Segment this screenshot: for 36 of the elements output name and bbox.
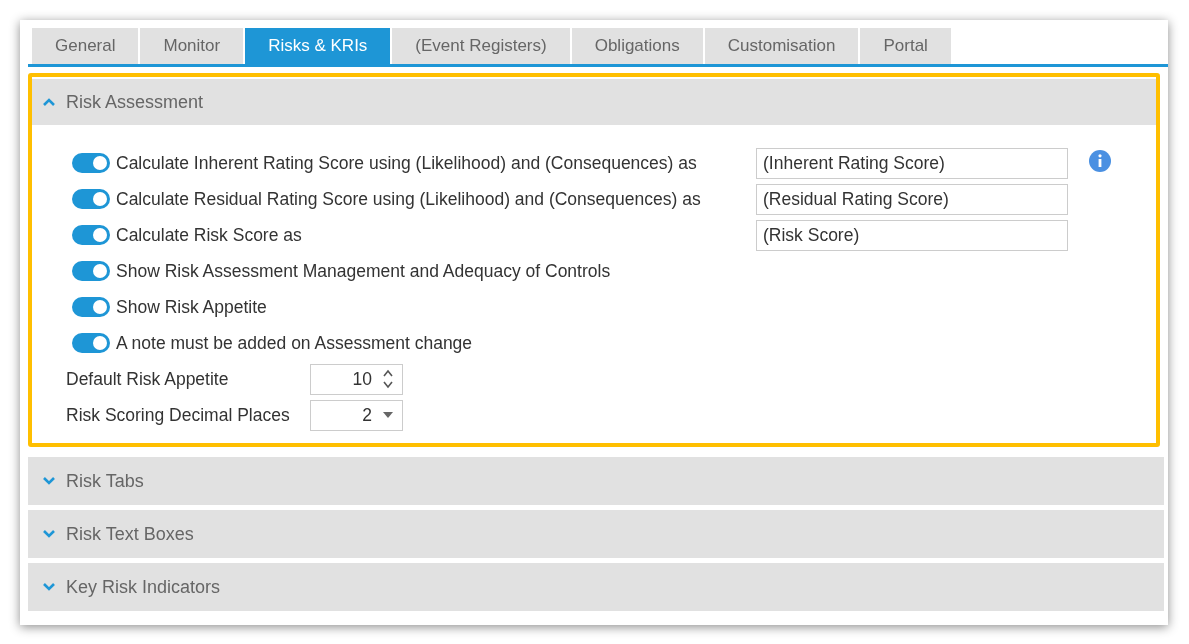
chevron-down-icon bbox=[42, 582, 56, 592]
text-field[interactable]: (Inherent Rating Score) bbox=[756, 147, 1068, 179]
toggle-switch[interactable] bbox=[72, 189, 110, 209]
toggle-label: Calculate Risk Score as bbox=[115, 224, 303, 246]
tab[interactable]: Portal bbox=[860, 28, 951, 64]
chevron-down-icon bbox=[42, 529, 56, 539]
tab[interactable]: Monitor bbox=[140, 28, 244, 64]
tab[interactable]: Customisation bbox=[704, 28, 859, 64]
chevron-up-icon bbox=[42, 97, 56, 107]
caret-icon bbox=[382, 411, 394, 419]
number-spinner[interactable]: 10 bbox=[310, 363, 403, 395]
toggle-label: Calculate Residual Rating Score using (Likelihood) and (Consequences) as bbox=[115, 188, 702, 210]
toggle-switch[interactable] bbox=[72, 297, 110, 317]
tab[interactable]: (Event Registers) bbox=[392, 28, 570, 64]
toggle-label: Show Risk Assessment Management and Adequacy of Controls bbox=[115, 260, 612, 282]
dropdown[interactable]: 2 bbox=[310, 399, 403, 431]
toggle-switch[interactable] bbox=[72, 153, 110, 173]
text-field[interactable]: (Risk Score) bbox=[756, 219, 1068, 251]
toggle-label: Calculate Inherent Rating Score using (Likelihood) and (Consequences) as bbox=[115, 152, 698, 174]
info-icon[interactable] bbox=[1088, 149, 1112, 173]
toggle-switch[interactable] bbox=[72, 333, 110, 353]
tab[interactable]: Risks & KRIs bbox=[245, 28, 391, 64]
text-field[interactable]: (Residual Rating Score) bbox=[756, 183, 1068, 215]
section-header[interactable]: Key Risk Indicators bbox=[28, 563, 1164, 611]
toggle-label: Show Risk Appetite bbox=[115, 296, 268, 318]
toggle-switch[interactable] bbox=[72, 261, 110, 281]
field-label: Default Risk Appetite bbox=[66, 368, 230, 390]
field-label: Risk Scoring Decimal Places bbox=[66, 404, 291, 426]
section-header[interactable]: Risk Assessment bbox=[32, 79, 1156, 125]
tab[interactable]: Obligations bbox=[571, 28, 703, 64]
tab[interactable]: General bbox=[32, 28, 139, 64]
toggle-label: A note must be added on Assessment change bbox=[115, 332, 474, 354]
chevron-down-icon bbox=[42, 476, 56, 486]
section-header[interactable]: Risk Tabs bbox=[28, 457, 1164, 505]
section-header[interactable]: Risk Text Boxes bbox=[28, 510, 1164, 558]
toggle-switch[interactable] bbox=[72, 225, 110, 245]
